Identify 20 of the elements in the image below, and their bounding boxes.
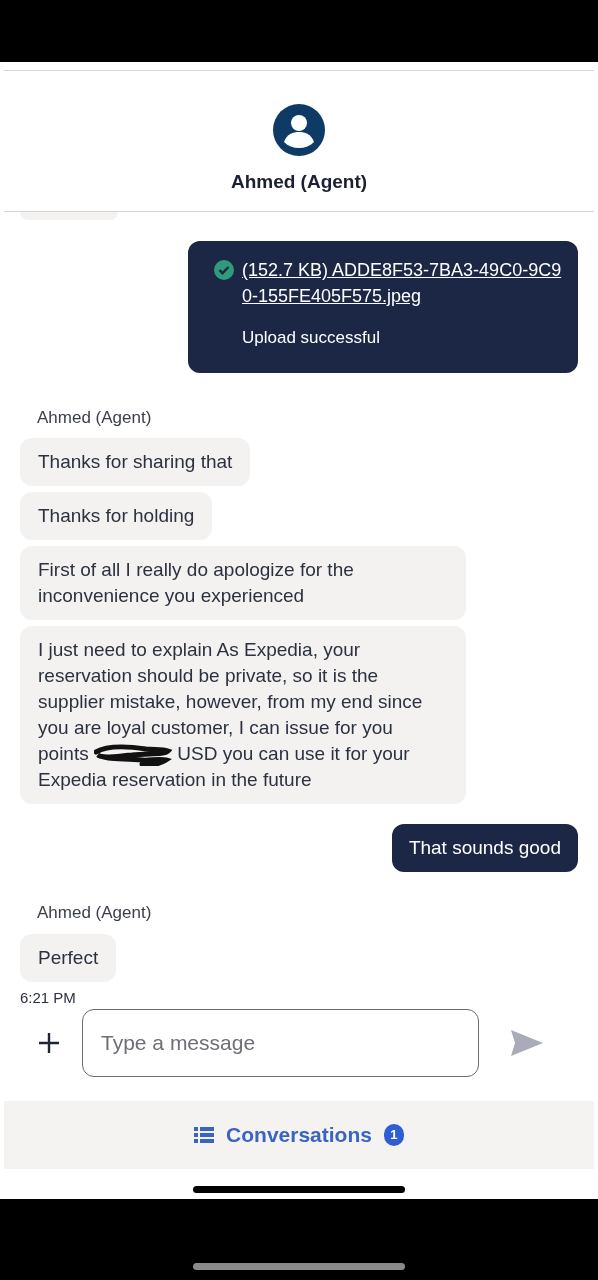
- avatar-icon: [273, 104, 325, 156]
- list-icon: [194, 1127, 215, 1143]
- message-time: 6:21 PM: [20, 987, 76, 1008]
- agent-message: Thanks for sharing that: [20, 438, 251, 486]
- message-input[interactable]: Type a message: [82, 1009, 479, 1077]
- agent-message: First of all I really do apologize for the inconvenience you experienced: [20, 546, 466, 620]
- agent-message: Perfect: [20, 933, 117, 982]
- add-button[interactable]: [36, 1030, 62, 1056]
- conversations-tab[interactable]: Conversations 1: [4, 1101, 594, 1169]
- upload-status: Upload successful: [241, 327, 381, 349]
- redaction-scribble-icon: [94, 744, 172, 766]
- sender-name: Ahmed (Agent): [36, 406, 152, 429]
- unread-count: 1: [383, 1124, 404, 1146]
- check-icon: [214, 260, 234, 280]
- file-link[interactable]: (152.7 KB) ADDE8F53-7BA3-49C0-9C90-155FE405F575.jpeg: [242, 257, 562, 309]
- agent-message: Thanks for holding: [20, 492, 213, 540]
- sender-name: Ahmed (Agent): [36, 902, 152, 924]
- agent-name: Ahmed (Agent): [230, 170, 368, 194]
- agent-message: I just need to explain As Expedia, your reservation should be private, so it is the supplier mistake, however, from my end since you are loyal customer, I can issue for you points USD you can use it for your Expedia reservation in the future: [20, 626, 466, 804]
- user-message: That sounds good: [391, 824, 578, 872]
